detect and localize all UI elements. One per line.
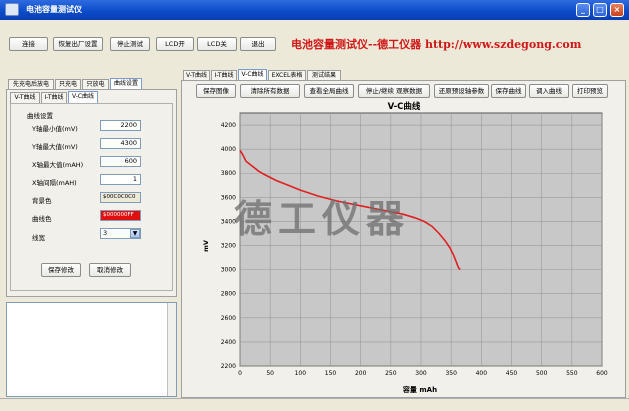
cancel-settings-button[interactable]: 取消修改 [89, 263, 131, 277]
close-button[interactable]: × [610, 3, 624, 17]
x-max-input[interactable]: 600 [100, 156, 141, 167]
x-tick-label: 150 [325, 370, 337, 377]
bg-color-swatch[interactable]: $00C0C0C0 [100, 192, 141, 203]
view-global-curve-button[interactable]: 查看全局曲线 [304, 84, 354, 98]
x-tick-label: 400 [476, 370, 488, 377]
x-axis-label: 容量 mAh [402, 385, 437, 394]
x-tick-label: 550 [566, 370, 578, 377]
y-tick-label: 4200 [221, 122, 236, 129]
curve-color-swatch[interactable]: $000000FF [100, 210, 141, 221]
stop-continue-button[interactable]: 停止/继续 观察数据 [358, 84, 430, 98]
y-axis-label: mV [202, 240, 210, 252]
exit-button[interactable]: 退出 [240, 37, 276, 51]
log-scrollbar[interactable] [167, 303, 176, 396]
y-tick-label: 2400 [221, 339, 236, 346]
stop-test-button[interactable]: 停止测试 [110, 37, 150, 51]
y-min-label: Y轴最小值(mV) [32, 125, 78, 133]
curve-color-label: 曲线色 [32, 215, 52, 223]
x-tick-label: 0 [238, 370, 242, 377]
lcd-on-button[interactable]: LCD开 [156, 37, 194, 51]
clear-data-button[interactable]: 清除所有数据 [240, 84, 300, 98]
factory-reset-button[interactable]: 恢复出厂设置 [53, 37, 103, 51]
x-tick-label: 600 [596, 370, 608, 377]
x-interval-label: X轴间隔(mAH) [32, 179, 77, 187]
maximize-button[interactable]: □ [593, 3, 607, 17]
y-tick-label: 2200 [221, 363, 236, 370]
restore-axis-button[interactable]: 还原预设轴参数 [434, 84, 489, 98]
status-bar [0, 398, 629, 411]
settings-group-label: 曲线设置 [27, 112, 53, 120]
watermark: 德工仪器 [234, 197, 411, 241]
chart-title: V-C曲线 [388, 101, 421, 112]
x-tick-label: 200 [355, 370, 367, 377]
save-settings-button[interactable]: 保存修改 [41, 263, 81, 277]
x-tick-label: 500 [536, 370, 548, 377]
y-tick-label: 3000 [221, 267, 236, 274]
log-textarea[interactable] [6, 302, 177, 397]
save-curve-button[interactable]: 保存曲线 [491, 84, 526, 98]
tab-left-vc[interactable]: V-C曲线 [68, 91, 98, 103]
chevron-down-icon[interactable]: ▼ [130, 229, 140, 238]
x-max-label: X轴最大值(mAH) [32, 161, 84, 169]
app-icon [5, 3, 19, 16]
connect-button[interactable]: 连接 [9, 37, 48, 51]
line-width-value: 3 [103, 229, 108, 237]
x-tick-label: 300 [415, 370, 427, 377]
line-width-label: 线宽 [32, 234, 45, 242]
x-tick-label: 450 [506, 370, 518, 377]
y-max-input[interactable]: 4300 [100, 138, 141, 149]
title-bar [0, 0, 629, 20]
x-tick-label: 350 [445, 370, 457, 377]
save-image-button[interactable]: 保存图像 [196, 84, 236, 98]
y-tick-label: 2800 [221, 291, 236, 298]
tab-left-it[interactable]: I-T曲线 [41, 92, 67, 103]
minimize-button[interactable]: _ [576, 3, 590, 17]
x-tick-label: 100 [295, 370, 307, 377]
y-tick-label: 3800 [221, 170, 236, 177]
y-tick-label: 4000 [221, 146, 236, 153]
x-tick-label: 50 [266, 370, 274, 377]
brand-banner: 电池容量测试仪--德工仪器 http://www.szdegong.com [291, 38, 582, 51]
load-curve-button[interactable]: 调入曲线 [529, 84, 569, 98]
y-tick-label: 2600 [221, 315, 236, 322]
y-tick-label: 3200 [221, 243, 236, 250]
y-max-label: Y轴最大值(mV) [32, 143, 78, 151]
x-interval-input[interactable]: 1 [100, 174, 141, 185]
x-tick-label: 250 [385, 370, 397, 377]
lcd-off-button[interactable]: LCD关 [197, 37, 237, 51]
print-preview-button[interactable]: 打印预览 [572, 84, 608, 98]
tab-left-vt[interactable]: V-T曲线 [10, 92, 40, 103]
bg-color-label: 背景色 [32, 197, 52, 205]
y-min-input[interactable]: 2200 [100, 120, 141, 131]
vc-chart: V-C曲线 容量 mAh mV 0 50 100 150 200 250 300 350 400… [202, 101, 608, 394]
window-title: 电池容量测试仪 [26, 5, 82, 14]
